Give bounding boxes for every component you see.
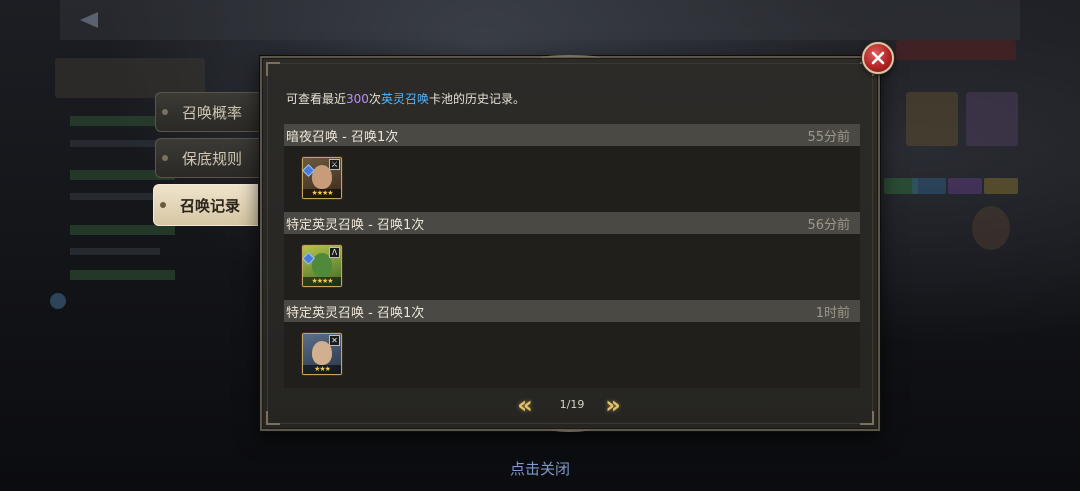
panel-bottom-ornament [550, 426, 590, 432]
background-chip [948, 178, 982, 194]
record-header: 暗夜召唤 - 召唤1次 55分前 [284, 124, 860, 146]
record-header: 特定英灵召唤 - 召唤1次 1时前 [284, 300, 860, 322]
tab-label: 召唤记录 [180, 196, 241, 215]
weapon-class-icon: Λ [329, 247, 340, 258]
background-top-bar [60, 0, 1020, 40]
background-hero-card [966, 92, 1018, 146]
record-body: Λ ★★★★ [284, 234, 860, 300]
tab-summon-history[interactable]: 召唤记录 [153, 184, 258, 226]
description-text: 卡池的历史记录。 [428, 92, 525, 106]
hero-portrait-icon[interactable]: ✕ ★★★ [302, 333, 342, 375]
summon-history-panel: 可查看最近300次英灵召唤卡池的历史记录。 暗夜召唤 - 召唤1次 55分前 ⚔… [260, 55, 880, 432]
record-title: 特定英灵召唤 - 召唤1次 [286, 217, 425, 233]
record-body: ⚔ ★★★★ [284, 146, 860, 212]
tab-summon-probability[interactable]: 召唤概率 [155, 92, 260, 132]
summon-record: 特定英灵召唤 - 召唤1次 1时前 ✕ ★★★ [284, 300, 860, 388]
background-back-arrow-icon [72, 8, 112, 32]
record-body: ✕ ★★★ [284, 322, 860, 388]
tab-bullet-icon [160, 202, 166, 208]
record-title: 暗夜召唤 - 召唤1次 [286, 129, 399, 145]
close-icon [871, 51, 885, 65]
tab-label: 召唤概率 [182, 103, 243, 122]
weapon-class-icon: ✕ [329, 335, 340, 346]
description-text: 可查看最近 [286, 92, 347, 106]
background-avatar [972, 206, 1010, 250]
hero-portrait-icon[interactable]: Λ ★★★★ [302, 245, 342, 287]
background-left-row [70, 140, 160, 147]
record-time: 1时前 [815, 305, 850, 321]
panel-corner-ornament [266, 62, 280, 76]
tab-bullet-icon [162, 109, 168, 115]
summon-record: 特定英灵召唤 - 召唤1次 56分前 Λ ★★★★ [284, 212, 860, 300]
panel-top-ornament [540, 55, 600, 61]
background-left-bottom-item [50, 290, 190, 312]
hero-star-rating: ★★★ [303, 365, 341, 374]
tab-bullet-icon [162, 155, 168, 161]
hero-star-rating: ★★★★ [303, 277, 341, 286]
history-description: 可查看最近300次英灵召唤卡池的历史记录。 [286, 90, 525, 107]
background-orb-icon [50, 293, 66, 309]
background-chip [912, 178, 946, 194]
tab-pity-rules[interactable]: 保底规则 [155, 138, 260, 178]
tab-label: 保底规则 [182, 149, 243, 168]
hero-star-rating: ★★★★ [303, 189, 341, 198]
background-left-row [70, 248, 160, 255]
record-count-highlight: 300 [346, 92, 369, 106]
weapon-class-icon: ⚔ [329, 159, 340, 170]
close-button[interactable] [862, 42, 894, 74]
record-title: 特定英灵召唤 - 召唤1次 [286, 305, 425, 321]
pagination: « 1/19 » [262, 393, 878, 432]
record-time: 56分前 [807, 217, 850, 233]
hero-portrait-icon[interactable]: ⚔ ★★★★ [302, 157, 342, 199]
summon-record-list: 暗夜召唤 - 召唤1次 55分前 ⚔ ★★★★ 特定英灵召唤 - 召唤1次 56… [284, 124, 860, 388]
description-text: 次 [368, 92, 381, 106]
background-left-row [70, 225, 175, 235]
background-red-banner [896, 40, 1016, 60]
double-chevron-left-icon[interactable]: « [510, 393, 540, 418]
background-hero-card [906, 92, 958, 146]
record-header: 特定英灵召唤 - 召唤1次 56分前 [284, 212, 860, 234]
pool-name-highlight: 英灵召唤 [380, 92, 429, 106]
page-indicator: 1/19 [559, 398, 585, 411]
record-time: 55分前 [807, 129, 850, 145]
background-chip [984, 178, 1018, 194]
tap-to-close-text[interactable]: 点击关闭 [490, 458, 590, 479]
double-chevron-right-icon[interactable]: » [598, 393, 628, 418]
background-left-row [70, 270, 175, 280]
summon-record: 暗夜召唤 - 召唤1次 55分前 ⚔ ★★★★ [284, 124, 860, 212]
background-left-row [70, 193, 160, 200]
